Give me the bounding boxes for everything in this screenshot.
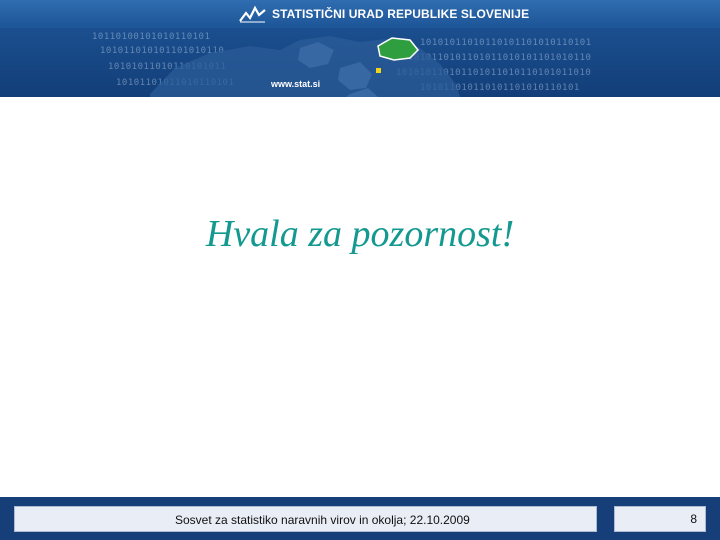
europe-map-icon (150, 36, 460, 97)
header-banner: 10110100101010110101 1010110101011010101… (0, 0, 720, 97)
footer-bar: Sosvet za statistiko naravnih virov in o… (0, 497, 720, 540)
banner-map-area: 10110100101010110101 1010110101011010101… (0, 28, 720, 97)
sors-chart-logo-icon (239, 5, 266, 23)
footer-text: Sosvet za statistiko naravnih virov in o… (175, 513, 470, 527)
banner-url: www.stat.si (271, 79, 321, 89)
banner-title: STATISTIČNI URAD REPUBLIKE SLOVENIJE (272, 7, 530, 21)
slide-title: Hvala za pozornost! (205, 213, 515, 255)
page-number: 8 (690, 512, 697, 526)
page-number-box: 8 (614, 506, 706, 532)
footer-text-box: Sosvet za statistiko naravnih virov in o… (14, 506, 597, 532)
